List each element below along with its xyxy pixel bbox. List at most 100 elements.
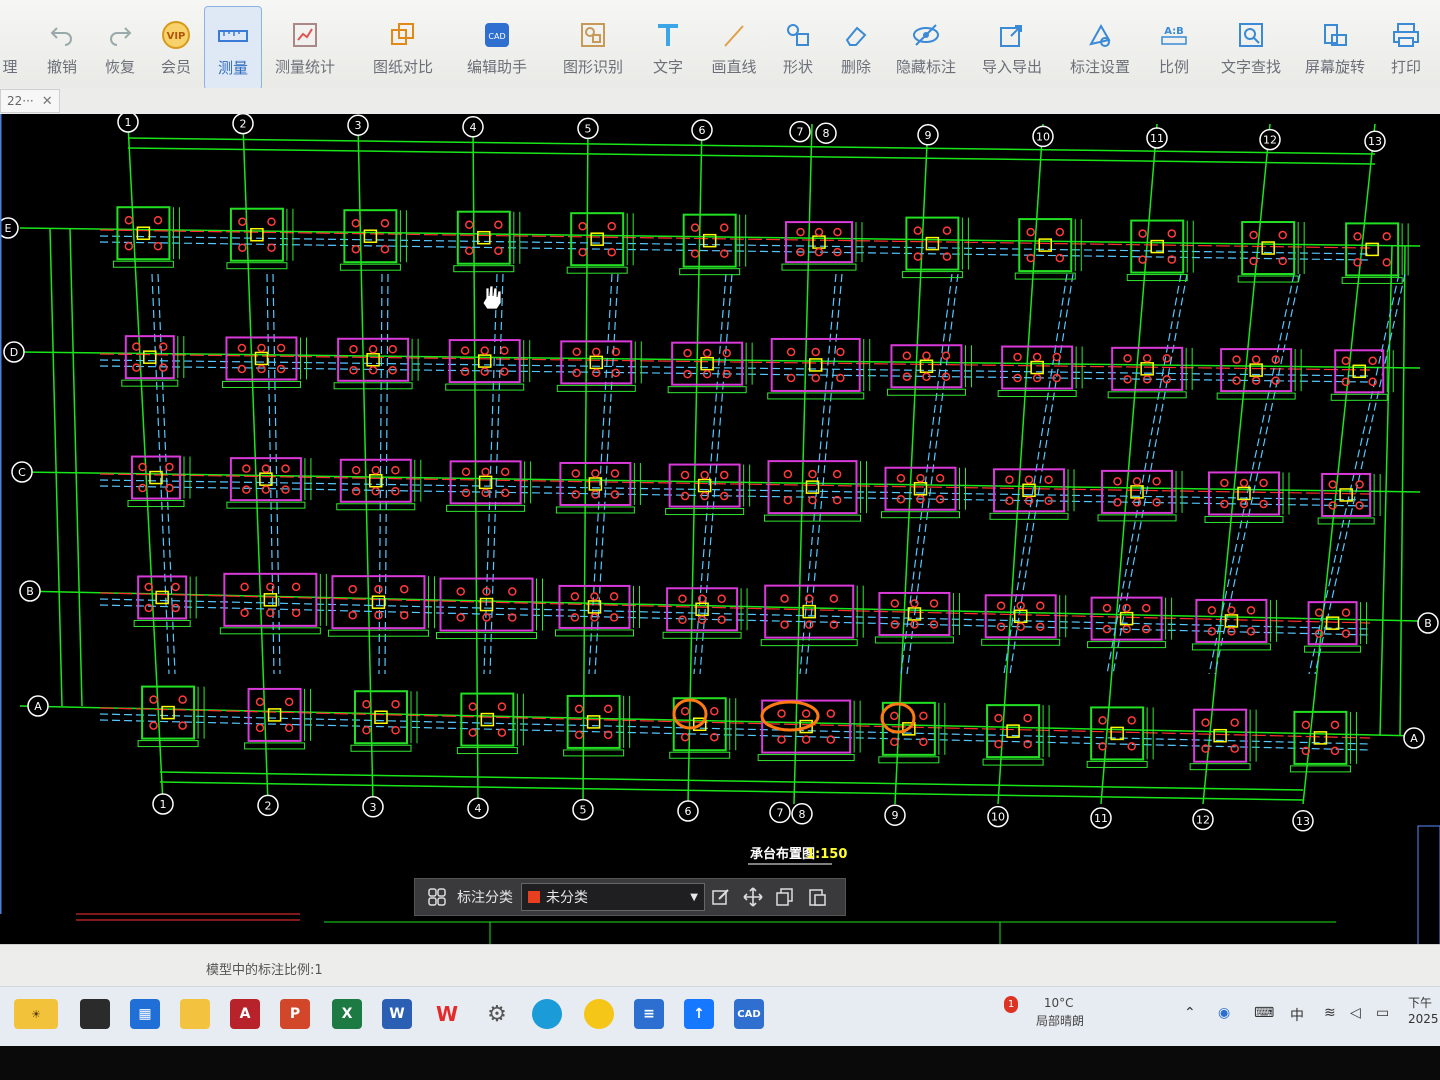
pile: [464, 246, 474, 255]
edge-icon[interactable]: [532, 999, 562, 1029]
vip-icon: VIP: [161, 20, 191, 50]
cap-dimension: [1304, 645, 1362, 653]
wps-icon[interactable]: W: [432, 999, 462, 1029]
cap-dimension: [189, 576, 197, 619]
column-axis-label: 9: [892, 809, 899, 822]
settings-icon[interactable]: ⚙: [482, 999, 512, 1029]
weather-widget[interactable]: 1 10°C 局部晴朗: [1004, 995, 1084, 1030]
cap-dimension: [859, 461, 867, 514]
pile: [464, 220, 474, 229]
notes-icon[interactable]: ≡: [634, 999, 664, 1029]
pile: [1127, 716, 1136, 725]
cap-dimension: [997, 390, 1077, 398]
toolbar-import-export-button[interactable]: 导入导出: [980, 6, 1044, 88]
task-view-icon[interactable]: [80, 999, 110, 1029]
clock[interactable]: 下午 2025: [1408, 995, 1439, 1027]
security-icon[interactable]: ◉: [1218, 1005, 1230, 1021]
chevron-up-icon[interactable]: ⌃: [1184, 1005, 1196, 1021]
toolbar-measure-stats-button[interactable]: 测量统计: [272, 6, 338, 88]
cap-dimension: [172, 207, 180, 260]
toolbar-label: 会员: [160, 58, 191, 76]
toolbar-scale-button[interactable]: A:B 比例: [1156, 6, 1192, 88]
pile-cap: [1345, 222, 1400, 277]
pile: [1024, 475, 1034, 485]
pile: [1246, 606, 1256, 615]
powerpoint-icon[interactable]: P: [280, 999, 310, 1029]
keyboard-icon[interactable]: ⌨: [1254, 1005, 1274, 1021]
close-icon[interactable]: ✕: [42, 94, 53, 109]
pile: [371, 487, 381, 496]
pile: [1353, 232, 1362, 241]
cap-dimension: [855, 222, 863, 263]
toolbar-text-button[interactable]: 文字: [648, 6, 688, 88]
pile: [149, 721, 158, 730]
copy-icon[interactable]: [769, 887, 801, 907]
cap-dimension: [633, 462, 641, 505]
cap-dimension: [299, 337, 307, 380]
pile: [468, 728, 478, 737]
pile: [178, 721, 187, 730]
cap-dimension: [453, 265, 515, 273]
pile: [836, 373, 845, 383]
pile: [578, 247, 587, 257]
pile: [1382, 232, 1391, 241]
edit-icon[interactable]: [705, 887, 737, 907]
pile-cap: [986, 704, 1041, 759]
toolbar-shape-recognition-button[interactable]: 图形识别: [560, 6, 626, 88]
excel-icon[interactable]: X: [332, 999, 362, 1029]
toolbar-text-search-button[interactable]: 文字查找: [1218, 6, 1284, 88]
cap-dimension: [1075, 346, 1083, 389]
toolbar-vip-button[interactable]: VIP 会员: [155, 6, 197, 88]
ime-indicator[interactable]: 中: [1290, 1005, 1304, 1025]
toolbar-label: 撤销: [46, 58, 77, 76]
pile-cap: [1193, 708, 1248, 763]
wifi-icon[interactable]: ≋: [1324, 1005, 1336, 1021]
toolbar-compare-button[interactable]: 图纸对比: [370, 6, 436, 88]
pile: [351, 218, 361, 228]
toolbar-redo-button[interactable]: 恢复: [100, 6, 140, 88]
toolbar-print-button[interactable]: 打印: [1388, 6, 1424, 88]
pile: [1005, 475, 1014, 485]
notes-underline: [76, 913, 300, 921]
chrome-like-icon[interactable]: [584, 999, 614, 1029]
feishu-icon[interactable]: ↑: [684, 999, 714, 1029]
column-axis-label: 13: [1368, 135, 1382, 148]
widgets-icon[interactable]: ☀: [14, 999, 58, 1029]
cap-dimension: [226, 501, 306, 509]
volume-icon[interactable]: ◁: [1350, 1005, 1361, 1021]
toolbar-hide-annotation-button[interactable]: 隐藏标注: [894, 6, 958, 88]
toolbar-eraser-button[interactable]: 删除: [836, 6, 876, 88]
pile-cap: [141, 685, 196, 740]
document-tab[interactable]: 22··· ✕: [0, 89, 60, 113]
pile: [255, 697, 265, 707]
pile: [351, 244, 361, 254]
paste-icon[interactable]: [801, 887, 833, 907]
toolbar-screen-rotate-button[interactable]: 屏幕旋转: [1304, 6, 1366, 88]
toolbar-edit-assistant-button[interactable]: CAD 编辑助手: [464, 6, 530, 88]
pile: [571, 490, 581, 499]
file-explorer-icon[interactable]: [180, 999, 210, 1029]
cad-viewer-icon[interactable]: CAD: [734, 999, 764, 1029]
drawing-canvas[interactable]: 1 1 2 2 3 3 4 4 5 5 6 6 7 7 8 8 9 9 10 10 11 11 12 12 13 13 E D C B A B…: [0, 114, 1440, 944]
toolbar-label: 标注设置: [1069, 58, 1130, 76]
toolbar-measure-button[interactable]: 测量: [204, 6, 262, 90]
toolbar-app-menu-button[interactable]: 理: [0, 6, 20, 88]
toolbar-shape-button[interactable]: 形状: [778, 6, 818, 88]
battery-icon[interactable]: ▭: [1376, 1005, 1389, 1021]
access-icon[interactable]: A: [230, 999, 260, 1029]
pile: [257, 343, 266, 353]
grid-icon[interactable]: [423, 888, 451, 906]
pile: [1314, 608, 1324, 617]
word-icon[interactable]: W: [382, 999, 412, 1029]
print-icon: [1391, 20, 1421, 50]
move-icon[interactable]: [737, 887, 769, 907]
toolbar-undo-button[interactable]: 撤销: [42, 6, 82, 88]
toolbar-line-button[interactable]: 画直线: [706, 6, 762, 88]
annotation-category-select[interactable]: 未分类 ▼: [521, 883, 705, 911]
toolbar-annotation-settings-button[interactable]: 标注设置: [1068, 6, 1132, 88]
store-icon[interactable]: ▦: [130, 999, 160, 1029]
pile: [153, 215, 163, 225]
cap-dimension: [226, 262, 288, 270]
pile: [1328, 480, 1337, 489]
pile: [1122, 603, 1131, 613]
